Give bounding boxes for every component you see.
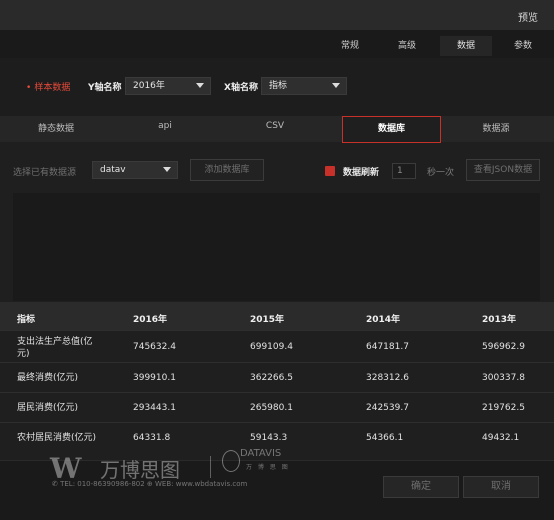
chevron-down-icon (332, 83, 340, 88)
per-second-label: 秒一次 (427, 168, 455, 178)
tab-data[interactable]: 数据 (440, 36, 492, 56)
x-axis-label: X轴名称 (224, 83, 258, 93)
confirm-button[interactable]: 确定 (383, 476, 459, 498)
y-axis-label: Y轴名称 (88, 83, 122, 93)
watermark-brand-en-sub: 万 博 思 图 (246, 464, 290, 471)
tab-csv[interactable]: CSV (255, 121, 295, 131)
tab-static-data[interactable]: 静态数据 (36, 121, 76, 134)
datavis-logo-icon (222, 450, 240, 472)
datasource-value: datav (100, 165, 126, 175)
tab-datasource[interactable]: 数据源 (476, 121, 516, 134)
tab-api[interactable]: api (145, 121, 185, 131)
refresh-interval-input[interactable]: 1 (392, 163, 416, 179)
datasource-select[interactable]: datav (92, 161, 178, 179)
watermark-brand-cn: 万博思图 (100, 458, 180, 482)
refresh-checkbox[interactable] (325, 166, 335, 176)
table-cell: 59143.3 (250, 433, 288, 443)
header-cell: 2014年 (366, 315, 401, 325)
sample-data-text: 样本数据 (34, 83, 71, 93)
table-cell: 699109.4 (250, 342, 293, 352)
header-cell: 2015年 (250, 315, 285, 325)
table-row: 最终消费(亿元) 399910.1 362266.5 328312.6 3003… (0, 362, 554, 392)
table-cell: 219762.5 (482, 403, 525, 413)
table-cell: 最终消费(亿元) (17, 373, 79, 383)
watermark-divider (210, 456, 211, 478)
tab-advanced[interactable]: 高级 (387, 36, 427, 56)
table-cell: 596962.9 (482, 342, 525, 352)
sample-data-label: • 样本数据 (26, 83, 71, 93)
table-cell: 362266.5 (250, 373, 293, 383)
header-cell: 指标 (17, 315, 36, 325)
table-cell: 399910.1 (133, 373, 176, 383)
table-cell: 242539.7 (366, 403, 409, 413)
tab-database[interactable]: 数据库 (342, 116, 441, 143)
table-cell: 745632.4 (133, 342, 176, 352)
tab-params[interactable]: 参数 (503, 36, 543, 56)
add-database-button[interactable]: 添加数据库 (190, 159, 264, 181)
table-cell: 265980.1 (250, 403, 293, 413)
table-cell: 54366.1 (366, 433, 404, 443)
table-cell: 支出法生产总值(亿 (17, 337, 93, 347)
table-header: 指标 2016年 2015年 2014年 2013年 (0, 302, 554, 330)
y-axis-select[interactable]: 2016年 (125, 77, 211, 95)
table-row: 支出法生产总值(亿 元) 745632.4 699109.4 647181.7 … (0, 330, 554, 362)
top-bar (0, 0, 554, 30)
y-axis-value: 2016年 (133, 81, 165, 91)
table-cell: 328312.6 (366, 373, 409, 383)
chevron-down-icon (196, 83, 204, 88)
x-axis-value: 指标 (269, 81, 288, 91)
view-json-button[interactable]: 查看JSON数据 (466, 159, 540, 181)
header-cell: 2016年 (133, 315, 168, 325)
table-cell-wrap: 元) (17, 349, 30, 359)
x-axis-select[interactable]: 指标 (261, 77, 347, 95)
watermark-brand-en: DATAVIS (240, 448, 282, 459)
watermark-contact: ✆ TEL: 010-86390986-802 ⊕ WEB: www.wbdat… (52, 480, 248, 488)
table-cell: 49432.1 (482, 433, 520, 443)
select-datasource-label: 选择已有数据源 (13, 168, 77, 178)
sql-editor[interactable] (13, 193, 540, 301)
table-cell: 647181.7 (366, 342, 409, 352)
header-cell: 2013年 (482, 315, 517, 325)
table-cell: 300337.8 (482, 373, 525, 383)
chevron-down-icon (163, 167, 171, 172)
tab-general[interactable]: 常规 (330, 36, 370, 56)
table-cell: 64331.8 (133, 433, 171, 443)
watermark: W 万博思图 DATAVIS 万 博 思 图 ✆ TEL: 010-863909… (50, 448, 300, 494)
table-cell: 居民消费(亿元) (17, 403, 79, 413)
table-row: 居民消费(亿元) 293443.1 265980.1 242539.7 2197… (0, 392, 554, 422)
preview-button[interactable]: 预览 (518, 9, 538, 24)
table-cell: 293443.1 (133, 403, 176, 413)
cancel-button[interactable]: 取消 (463, 476, 539, 498)
refresh-label: 数据刷新 (343, 168, 380, 178)
table-cell: 农村居民消费(亿元) (17, 433, 97, 443)
